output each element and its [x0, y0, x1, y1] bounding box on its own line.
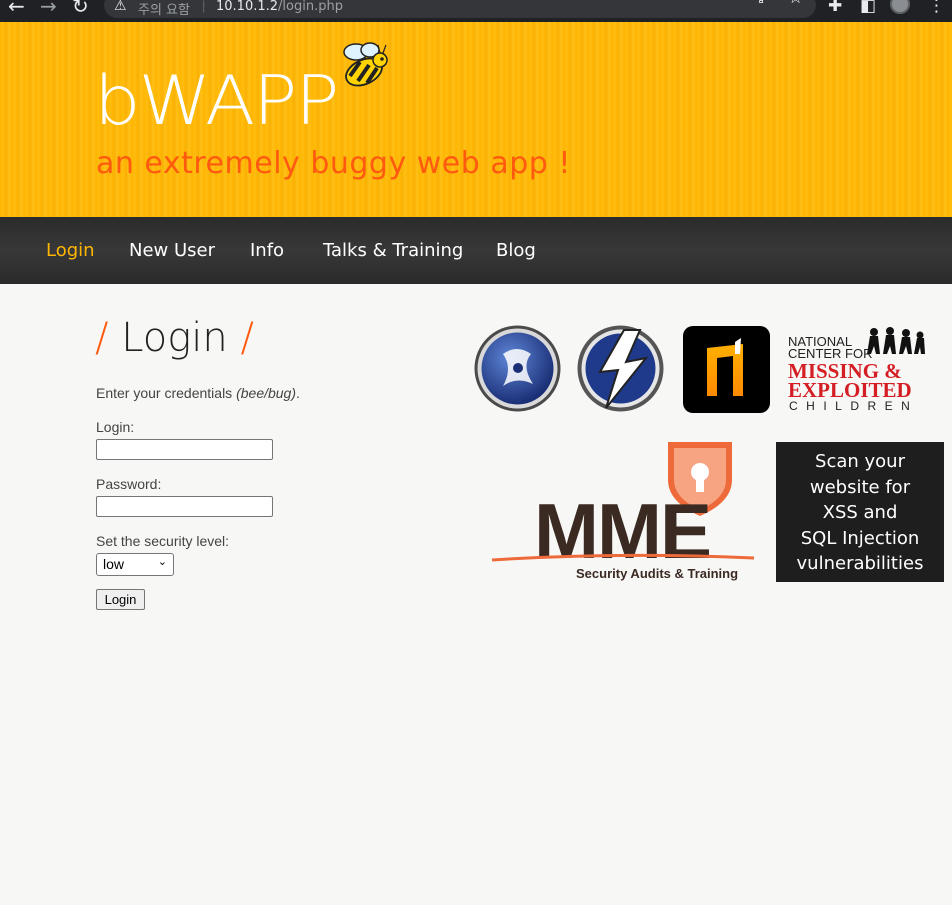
- url-host: 10.10.1.2: [216, 0, 279, 14]
- mme-graphic: MME Security Audits & Training: [491, 442, 755, 581]
- forward-icon[interactable]: →: [40, 0, 57, 16]
- scan-line: vulnerabilities: [796, 553, 924, 574]
- credentials-example: (bee/bug): [236, 385, 297, 401]
- mme-tagline: Security Audits & Training: [576, 566, 738, 581]
- ncmec-line5: CHILDREN: [789, 399, 918, 413]
- url-text[interactable]: 10.10.1.2/login.php: [216, 0, 343, 14]
- reload-icon[interactable]: ↻: [72, 0, 89, 16]
- address-separator: |: [202, 0, 206, 13]
- share-icon[interactable]: ⇪: [754, 0, 768, 8]
- scan-line: SQL Injection: [800, 527, 920, 549]
- menu-dots-icon[interactable]: ⋮: [928, 0, 945, 16]
- netsparker-logo[interactable]: [576, 324, 665, 413]
- login-input[interactable]: [96, 439, 273, 460]
- scan-website-banner[interactable]: Scan your website for XSS and SQL Inject…: [776, 442, 944, 582]
- profile-avatar[interactable]: [890, 0, 910, 14]
- children-silhouettes-icon: [867, 327, 925, 354]
- menu-item-talks-training[interactable]: Talks & Training: [323, 239, 463, 263]
- menu-item-blog[interactable]: Blog: [496, 239, 536, 263]
- main-menu: Login New User Info Talks & Training Blo…: [0, 217, 952, 284]
- title-text: Login: [121, 315, 228, 361]
- side-panel-icon[interactable]: ◧: [860, 0, 876, 16]
- bookmark-star-icon[interactable]: ☆: [788, 0, 803, 8]
- menu-item-new-user[interactable]: New User: [129, 239, 215, 263]
- ncmec-logo[interactable]: NATIONAL CENTER FOR MISSING & EXPLOITED …: [786, 324, 930, 414]
- scan-line: XSS and: [822, 502, 898, 523]
- browser-toolbar: ← → ↻ ⚠ 주의 요함 | 10.10.1.2/login.php ⇪ ☆ …: [0, 0, 952, 22]
- warning-icon[interactable]: ⚠: [114, 0, 127, 14]
- title-slash-right: /: [240, 315, 254, 361]
- credentials-hint-end: .: [296, 385, 300, 401]
- extensions-icon[interactable]: ✚: [828, 0, 842, 16]
- n-brand-logo[interactable]: [683, 326, 770, 413]
- owasp-logo[interactable]: [473, 324, 562, 413]
- menu-item-login[interactable]: Login: [46, 239, 95, 263]
- credentials-hint-text: Enter your credentials: [96, 385, 237, 401]
- menu-item-info[interactable]: Info: [250, 239, 284, 263]
- credentials-hint: Enter your credentials (bee/bug).: [96, 384, 300, 402]
- login-button[interactable]: Login: [96, 589, 145, 610]
- n-brand-icon: [707, 338, 743, 396]
- scan-line: Scan your: [815, 451, 905, 472]
- security-status-text[interactable]: 주의 요함: [138, 0, 190, 18]
- login-label: Login:: [96, 419, 135, 435]
- chevron-down-icon: ⌄: [157, 555, 167, 568]
- password-label: Password:: [96, 476, 162, 492]
- security-level-label: Set the security level:: [96, 533, 230, 549]
- security-level-select[interactable]: low ⌄: [96, 553, 174, 576]
- security-level-value: low: [103, 556, 125, 572]
- bee-icon: [343, 42, 388, 87]
- ncmec-graphic: NATIONAL CENTER FOR MISSING & EXPLOITED …: [788, 327, 925, 413]
- title-slash-left: /: [95, 315, 109, 361]
- url-path: /login.php: [278, 0, 343, 14]
- back-icon[interactable]: ←: [8, 0, 25, 16]
- site-header: bWAPP an extremely buggy web app !: [0, 22, 952, 217]
- scan-line: website for: [809, 476, 911, 498]
- site-logo[interactable]: bWAPP: [94, 62, 339, 142]
- mme-text: MME: [534, 487, 710, 575]
- site-tagline: an extremely buggy web app !: [96, 146, 571, 181]
- address-bar[interactable]: ⚠ 주의 요함 | 10.10.1.2/login.php ⇪ ☆: [104, 0, 816, 18]
- page-title: / Login /: [95, 312, 254, 364]
- password-input[interactable]: [96, 496, 273, 517]
- mme-logo[interactable]: MME Security Audits & Training: [490, 440, 760, 588]
